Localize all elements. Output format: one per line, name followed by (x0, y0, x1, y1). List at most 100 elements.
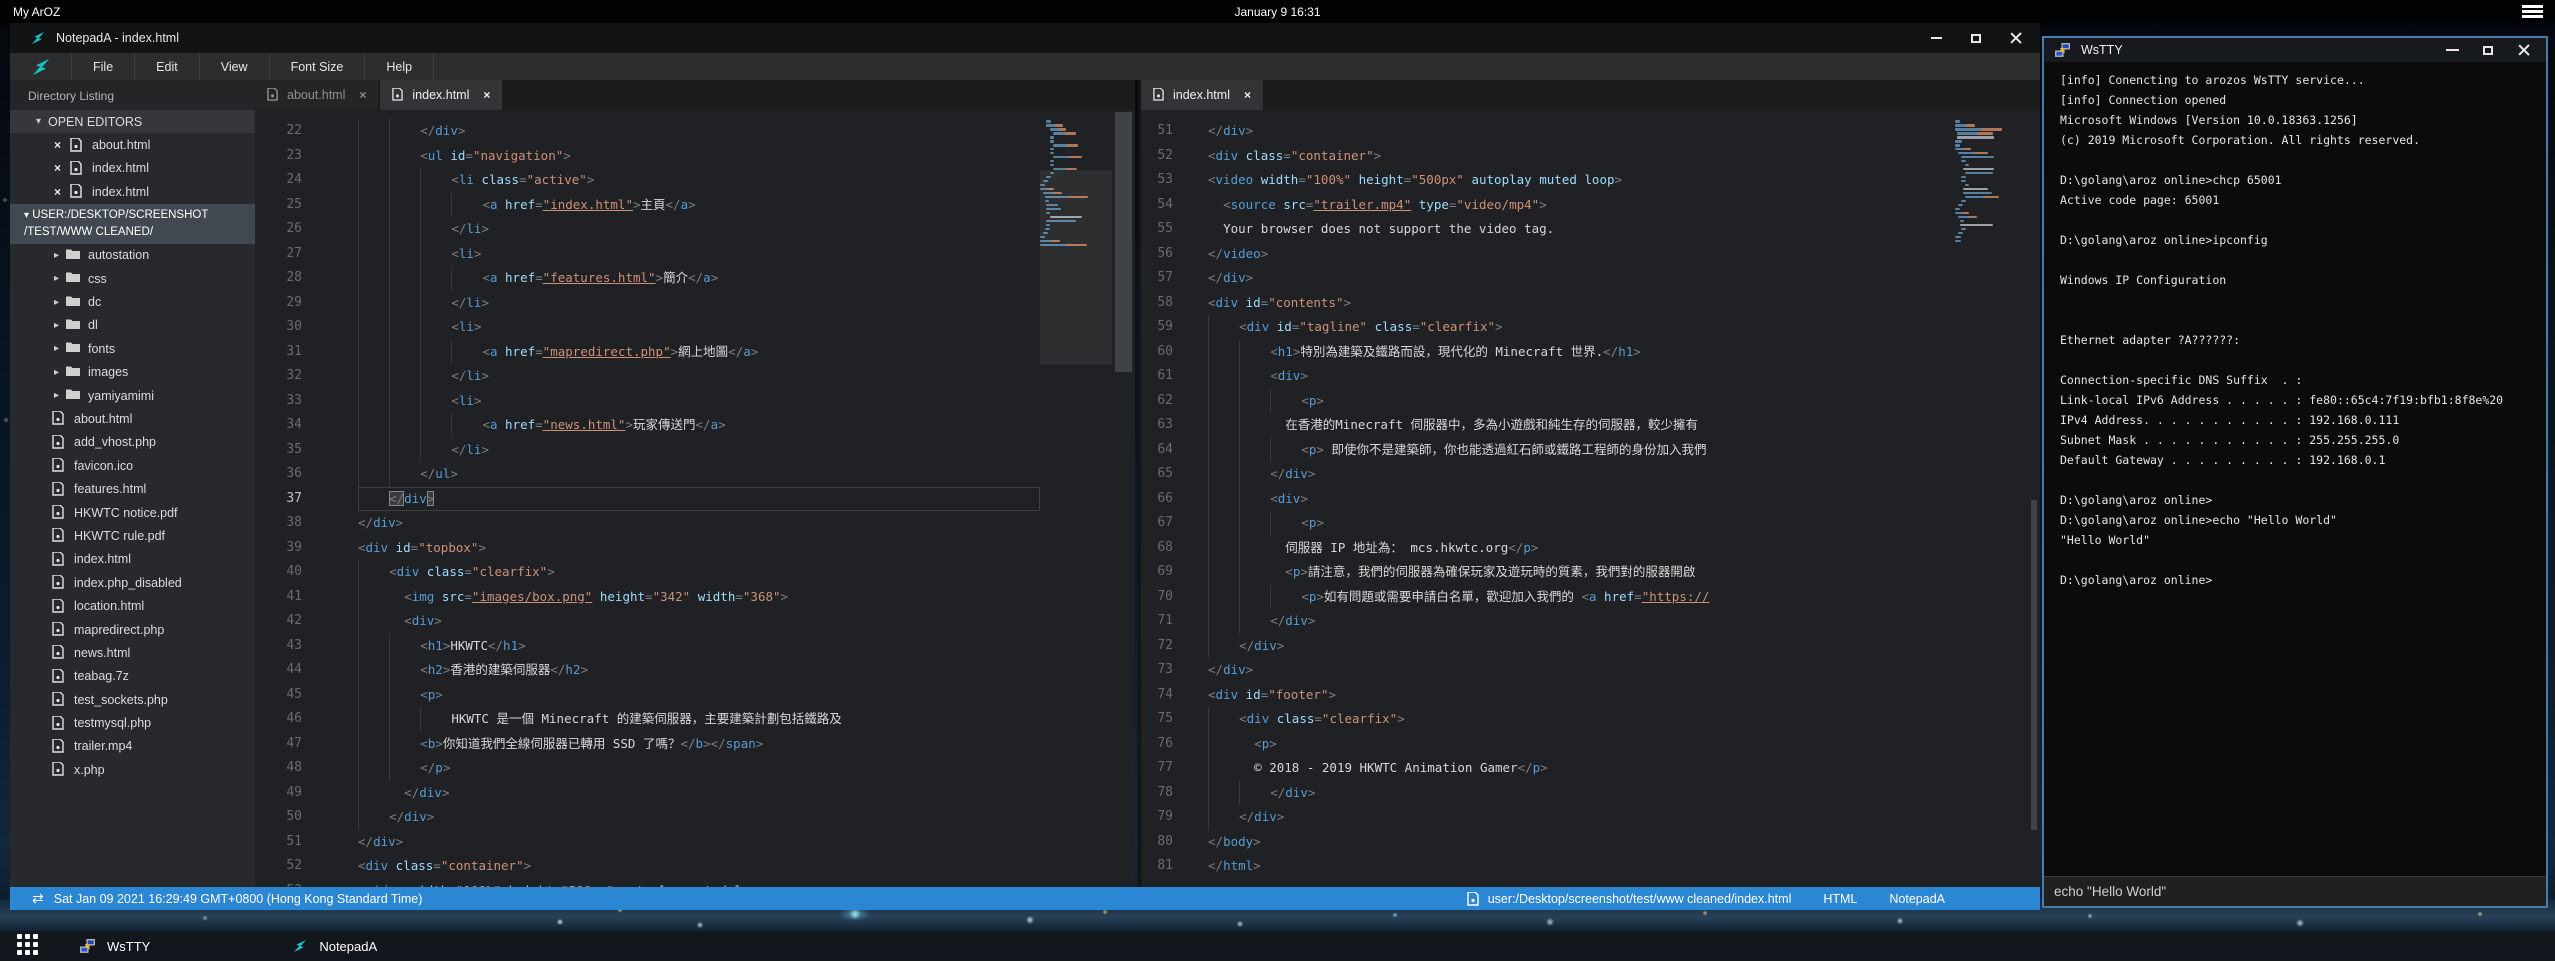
tree-file[interactable]: test_sockets.php (10, 688, 255, 711)
close-icon[interactable]: × (359, 88, 366, 102)
menu-item-help[interactable]: Help (365, 53, 434, 80)
tree-root-folder[interactable]: ▾ USER:/DESKTOP/SCREENSHOT/TEST/WWW CLEA… (10, 204, 255, 244)
tree-file[interactable]: features.html (10, 477, 255, 500)
minimize-button[interactable] (1928, 30, 1944, 46)
tree-file[interactable]: trailer.mp4 (10, 735, 255, 758)
code-line: </div> (358, 830, 1040, 855)
editor-tab-index.html[interactable]: index.html× (380, 80, 502, 110)
line-number: 53 (255, 879, 310, 888)
taskbar-item-wstty[interactable]: WsTTY (79, 938, 150, 955)
tree-file[interactable]: location.html (10, 594, 255, 617)
file-icon (267, 88, 279, 102)
tree-file[interactable]: testmysql.php (10, 711, 255, 734)
wstty-titlebar[interactable]: WsTTY (2044, 38, 2546, 62)
terminal-output[interactable]: [info] Conencting to arozos WsTTY servic… (2044, 62, 2546, 876)
vertical-scrollbar[interactable] (2028, 110, 2040, 887)
taskbar-item-notepada[interactable]: NotepadA (292, 938, 377, 954)
minimap[interactable] (1955, 110, 2028, 887)
terminal-line (2060, 150, 2546, 170)
code-line: <div id="footer"> (1208, 683, 1955, 708)
tree-folder[interactable]: ▸ autostation (10, 244, 255, 267)
line-number: 31 (255, 340, 310, 365)
minimap[interactable] (1040, 110, 1112, 887)
file-icon (52, 645, 65, 660)
open-editor-item[interactable]: × index.html (10, 157, 255, 180)
terminal-input[interactable]: echo "Hello World" (2044, 876, 2546, 906)
wstty-window-title: WsTTY (2081, 43, 2123, 57)
statusbar-file-type[interactable]: HTML (1823, 892, 1857, 906)
tree-folder[interactable]: ▸ fonts (10, 337, 255, 360)
wstty-icon (2054, 42, 2071, 59)
minimap-line (1965, 164, 1969, 167)
line-number: 44 (255, 658, 310, 683)
line-number: 65 (1141, 462, 1181, 487)
close-button[interactable] (2516, 42, 2532, 58)
open-editor-item[interactable]: × about.html (10, 133, 255, 156)
close-icon[interactable]: × (54, 138, 70, 152)
code-area[interactable]: </div> <ul id="navigation"> <li class="a… (310, 110, 1040, 887)
line-number: 58 (1141, 291, 1181, 316)
line-number: 68 (1141, 536, 1181, 561)
tree-folder[interactable]: ▸ images (10, 361, 255, 384)
tree-file[interactable]: HKWTC rule.pdf (10, 524, 255, 547)
line-number: 75 (1141, 707, 1181, 732)
apps-grid-icon[interactable] (17, 934, 41, 958)
editor-tab-index.html[interactable]: index.html× (1141, 80, 1263, 110)
terminal-line: Default Gateway . . . . . . . . . : 192.… (2060, 450, 2546, 470)
line-number: 69 (1141, 560, 1181, 585)
tree-file[interactable]: x.php (10, 758, 255, 781)
terminal-line: Microsoft Windows [Version 10.0.18363.12… (2060, 110, 2546, 130)
hamburger-menu-icon[interactable] (2522, 5, 2543, 18)
code-line: </html> (1208, 854, 1955, 879)
close-icon[interactable]: × (54, 161, 70, 175)
tree-folder[interactable]: ▸ css (10, 267, 255, 290)
editor-tab-about.html[interactable]: about.html× (255, 80, 378, 110)
tree-file[interactable]: about.html (10, 407, 255, 430)
open-editors-header[interactable]: ▾OPEN EDITORS (10, 110, 255, 133)
menu-item-edit[interactable]: Edit (135, 53, 200, 80)
menu-item-file[interactable]: File (72, 53, 135, 80)
close-button[interactable] (2008, 30, 2024, 46)
chevron-right-icon: ▸ (54, 343, 66, 354)
code-line: </div> (358, 805, 1040, 830)
tree-file[interactable]: teabag.7z (10, 665, 255, 688)
minimap-line (1050, 160, 1054, 163)
minimize-button[interactable] (2444, 42, 2460, 58)
folder-icon (66, 341, 79, 356)
tree-folder[interactable]: ▸ yamiyamimi (10, 384, 255, 407)
code-line: <p>請注意，我們的伺服器為確保玩家及遊玩時的質素，我們對的服器開啟 (1208, 560, 1955, 585)
menu-item-font-size[interactable]: Font Size (270, 53, 366, 80)
code-line: <ul id="navigation"> (358, 144, 1040, 169)
tree-file[interactable]: favicon.ico (10, 454, 255, 477)
close-icon[interactable]: × (1244, 88, 1251, 102)
terminal-line: Active code page: 65001 (2060, 190, 2546, 210)
folder-icon (66, 295, 79, 310)
notepada-titlebar[interactable]: NotepadA - index.html (10, 23, 2040, 53)
code-line: Your browser does not support the video … (1208, 217, 1955, 242)
code-area[interactable]: </div><div class="container"><video widt… (1181, 110, 1955, 887)
line-number: 24 (255, 168, 310, 193)
tree-file[interactable]: index.php_disabled (10, 571, 255, 594)
editor-group-right: index.html× 5152535455565758596061626364… (1138, 80, 2040, 887)
tree-file[interactable]: news.html (10, 641, 255, 664)
tree-folder[interactable]: ▸ dl (10, 314, 255, 337)
minimap-line (1955, 208, 1960, 211)
close-icon[interactable]: × (483, 88, 490, 102)
tree-folder[interactable]: ▸ dc (10, 290, 255, 313)
tree-file[interactable]: index.html (10, 548, 255, 571)
close-icon[interactable]: × (54, 185, 70, 199)
maximize-button[interactable] (1968, 30, 1984, 46)
menu-item-view[interactable]: View (200, 53, 270, 80)
minimap-line (1050, 140, 1054, 143)
line-number: 32 (255, 364, 310, 389)
tree-file[interactable]: add_vhost.php (10, 431, 255, 454)
tree-file[interactable]: mapredirect.php (10, 618, 255, 641)
tree-file[interactable]: HKWTC notice.pdf (10, 501, 255, 524)
minimap-line (1955, 120, 1960, 123)
code-line: </div> (358, 487, 1040, 512)
code-line: <h1>特別為建築及鐵路而設，現代化的 Minecraft 世界.</h1> (1208, 340, 1955, 365)
code-line: </li> (358, 364, 1040, 389)
open-editor-item[interactable]: × index.html (10, 180, 255, 203)
maximize-button[interactable] (2480, 42, 2496, 58)
vertical-scrollbar[interactable] (1112, 110, 1135, 887)
